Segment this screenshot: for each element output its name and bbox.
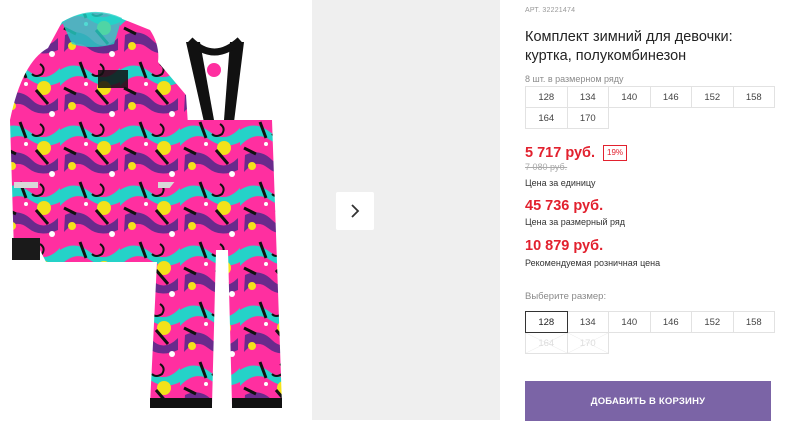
unit-price-caption: Цена за единицу <box>525 178 596 188</box>
product-gallery <box>0 0 500 428</box>
size-selector: 128 134 140 146 152 158 164 170 <box>525 311 775 354</box>
product-title: Комплект зимний для девочки: куртка, пол… <box>525 29 733 64</box>
chevron-right-icon <box>351 204 360 218</box>
size-option-146[interactable]: 146 <box>649 311 692 333</box>
pack-size-cell: 164 <box>525 107 568 129</box>
pack-price-caption: Цена за размерный ряд <box>525 217 626 227</box>
old-price: 7 080 руб. <box>525 162 568 172</box>
retail-price: 10 879 руб. <box>525 238 604 254</box>
size-option-140[interactable]: 140 <box>608 311 651 333</box>
size-option-128[interactable]: 128 <box>525 311 568 333</box>
next-image-button[interactable] <box>336 192 374 230</box>
pack-size-cell: 128 <box>525 86 568 108</box>
pack-size-cell: 170 <box>566 107 609 129</box>
product-sku: АРТ. 32221474 <box>525 7 576 14</box>
size-option-164: 164 <box>525 332 568 354</box>
unit-price-row: 5 717 руб. 19% <box>525 145 628 161</box>
unit-price: 5 717 руб. <box>525 145 596 161</box>
pack-price: 45 736 руб. <box>525 198 604 214</box>
pack-size-cell: 146 <box>649 86 692 108</box>
pack-size-cell: 158 <box>732 86 775 108</box>
size-option-158[interactable]: 158 <box>732 311 775 333</box>
pack-size-grid: 128 134 140 146 152 158 164 170 <box>525 86 775 129</box>
discount-badge: 19% <box>603 145 628 161</box>
add-to-cart-button[interactable]: ДОБАВИТЬ В КОРЗИНУ <box>525 381 771 421</box>
product-photo[interactable] <box>0 0 312 420</box>
size-option-152[interactable]: 152 <box>691 311 734 333</box>
retail-price-caption: Рекомендуемая розничная цена <box>525 258 661 268</box>
size-option-170: 170 <box>566 332 609 354</box>
size-option-134[interactable]: 134 <box>566 311 609 333</box>
pack-size-cell: 134 <box>566 86 609 108</box>
pack-size-cell: 140 <box>608 86 651 108</box>
winter-suit-image <box>10 11 282 408</box>
pack-size-cell: 152 <box>691 86 734 108</box>
pack-note: 8 шт. в размерном ряду <box>525 74 624 84</box>
size-select-label: Выберите размер: <box>525 291 607 302</box>
